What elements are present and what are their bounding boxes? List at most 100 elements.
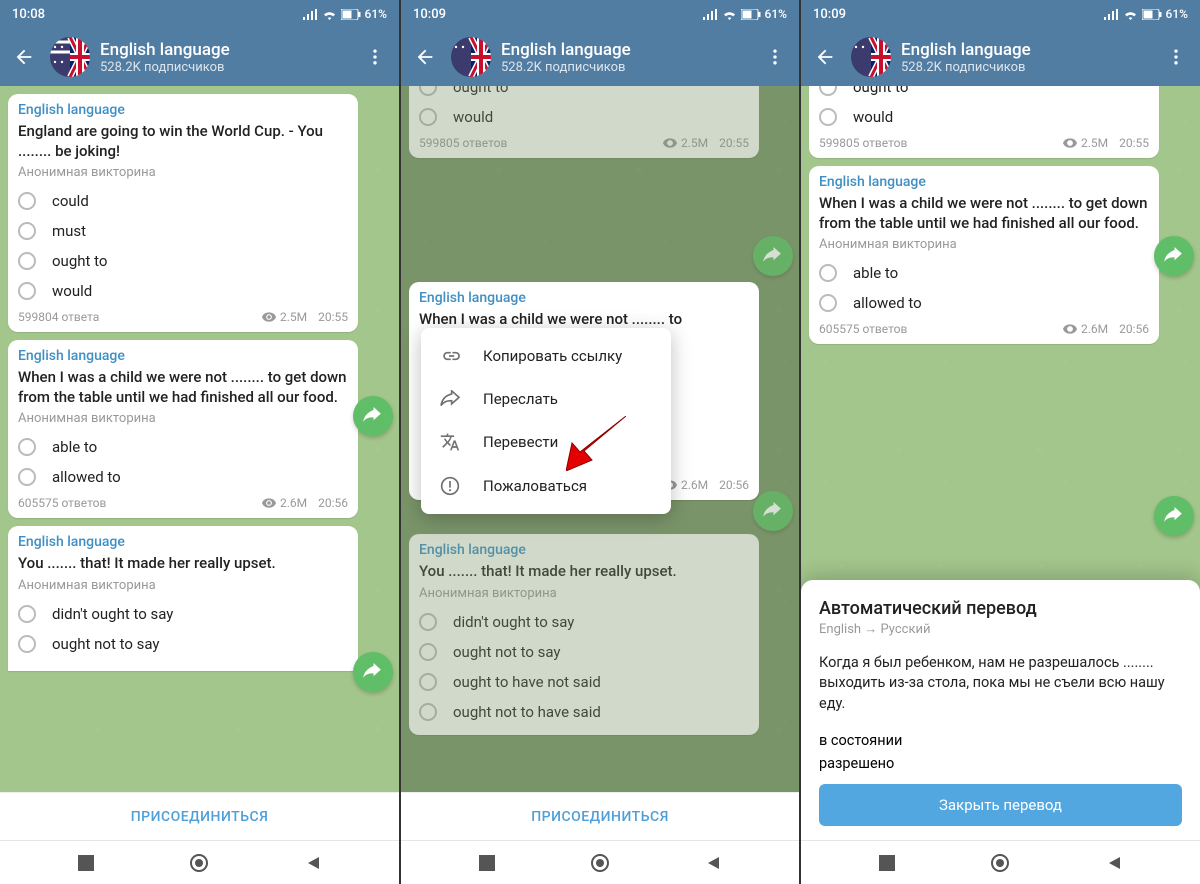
translate-icon (440, 432, 460, 452)
radio-icon (819, 108, 837, 126)
back-button[interactable] (8, 46, 40, 68)
channel-subtitle: 528.2K подписчиков (501, 60, 759, 75)
more-options-button[interactable] (359, 47, 391, 67)
msg-time: 20:56 (1119, 322, 1149, 336)
poll-message-1[interactable]: could must ought to would 599805 ответов… (809, 86, 1159, 158)
nav-home-icon[interactable] (591, 854, 609, 872)
poll-option[interactable]: ought not to say (18, 629, 348, 659)
nav-back-icon[interactable] (305, 855, 321, 871)
link-icon (440, 346, 460, 366)
channel-avatar[interactable] (851, 37, 891, 77)
poll-option[interactable]: ought to (18, 246, 348, 276)
share-button[interactable] (1154, 496, 1194, 536)
ctx-copy-link[interactable]: Копировать ссылку (421, 334, 671, 378)
eye-icon (262, 312, 276, 322)
nav-recent-icon[interactable] (78, 855, 94, 871)
poll-option[interactable]: would (18, 276, 348, 306)
header-title-block[interactable]: English language 528.2K подписчиков (501, 40, 759, 75)
answers-count: 605575 ответов (18, 496, 106, 510)
header-title-block[interactable]: English language 528.2K подписчиков (901, 40, 1160, 75)
channel-title: English language (100, 40, 359, 60)
option-label: didn't ought to say (52, 605, 173, 623)
poll-question: When I was a child we were not ........ … (819, 194, 1149, 233)
channel-subtitle: 528.2K подписчиков (100, 60, 359, 75)
arrow-left-icon (814, 46, 836, 68)
nav-back-icon[interactable] (705, 855, 721, 871)
header-title-block[interactable]: English language 528.2K подписчиков (100, 40, 359, 75)
option-label: в состоянии (819, 732, 902, 749)
poll-option[interactable]: able to (18, 432, 348, 462)
sender-name: English language (18, 348, 348, 364)
views-count: 2.6M (681, 478, 708, 492)
join-button[interactable]: ПРИСОЕДИНИТЬСЯ (401, 792, 799, 840)
translation-body: Когда я был ребенком, нам не разрешалось… (819, 653, 1182, 714)
translation-title: Автоматический перевод (819, 598, 1182, 619)
channel-avatar[interactable] (50, 37, 90, 77)
nav-recent-icon[interactable] (879, 855, 895, 871)
ctx-report[interactable]: Пожаловаться (421, 464, 671, 508)
system-nav-bar (0, 840, 399, 884)
poll-message-3[interactable]: English language You ....... that! It ma… (8, 526, 358, 671)
poll-option[interactable]: could (18, 186, 348, 216)
more-options-button[interactable] (1160, 47, 1192, 67)
back-button[interactable] (409, 46, 441, 68)
ctx-label: Переслать (483, 390, 558, 408)
poll-option[interactable]: ought to (819, 86, 1149, 102)
nav-back-icon[interactable] (1106, 855, 1122, 871)
ctx-forward[interactable]: Переслать (421, 378, 671, 420)
system-nav-bar (401, 840, 799, 884)
option-label: allowed to (853, 294, 922, 312)
annotation-arrow (566, 416, 626, 471)
poll-option[interactable]: able to (819, 258, 1149, 288)
nav-home-icon[interactable] (991, 854, 1009, 872)
share-button[interactable] (1154, 236, 1194, 276)
option-label: разрешено (819, 755, 894, 772)
sender-name: English language (819, 174, 1149, 190)
status-bar: 10:09 61% (401, 0, 799, 28)
chat-area: English language England are going to wi… (0, 86, 399, 792)
poll-option[interactable]: must (18, 216, 348, 246)
poll-message-1[interactable]: English language England are going to wi… (8, 94, 358, 332)
more-options-button[interactable] (759, 47, 791, 67)
answers-count: 599804 ответа (18, 310, 99, 324)
poll-message-2[interactable]: English language When I was a child we w… (8, 340, 358, 518)
poll-option[interactable]: didn't ought to say (18, 599, 348, 629)
eye-icon (1063, 138, 1077, 148)
share-button[interactable] (753, 236, 793, 276)
share-button[interactable] (753, 491, 793, 531)
nav-recent-icon[interactable] (479, 855, 495, 871)
signal-icon (303, 9, 318, 20)
context-menu: Копировать ссылку Переслать Перевести По… (421, 328, 671, 514)
translation-panel: Автоматический перевод English → Русский… (801, 580, 1200, 840)
poll-message-2[interactable]: English language When I was a child we w… (809, 166, 1159, 344)
report-icon (440, 476, 460, 496)
share-icon (1164, 507, 1184, 525)
share-button[interactable] (353, 652, 393, 692)
join-button[interactable]: ПРИСОЕДИНИТЬСЯ (0, 792, 399, 840)
channel-avatar[interactable] (451, 37, 491, 77)
chat-header: English language 528.2K подписчиков (401, 28, 799, 86)
views-count: 2.5M (280, 310, 307, 324)
poll-option[interactable]: would (819, 102, 1149, 132)
radio-icon (18, 222, 36, 240)
wifi-icon (722, 9, 737, 20)
status-icons: 61% (303, 7, 387, 21)
radio-icon (819, 86, 837, 96)
poll-message-1-dim: could must ought to would 599805 ответов… (409, 86, 759, 158)
arrow-left-icon (414, 46, 436, 68)
poll-option[interactable]: allowed to (819, 288, 1149, 318)
poll-option[interactable]: allowed to (18, 462, 348, 492)
flag-icon (50, 37, 90, 77)
poll-type-label: Анонимная викторина (18, 165, 348, 180)
share-button[interactable] (353, 396, 393, 436)
poll-message-3-dim: English language You ....... that! It ma… (409, 534, 759, 735)
option-label: ought to (52, 252, 107, 270)
option-label: allowed to (52, 468, 121, 486)
ctx-translate[interactable]: Перевести (421, 420, 671, 464)
status-time: 10:08 (12, 7, 45, 22)
nav-home-icon[interactable] (190, 854, 208, 872)
battery-pct: 61% (765, 7, 787, 21)
back-button[interactable] (809, 46, 841, 68)
chat-area: could must ought to would 599805 ответов… (401, 86, 799, 792)
close-translation-button[interactable]: Закрыть перевод (819, 784, 1182, 826)
